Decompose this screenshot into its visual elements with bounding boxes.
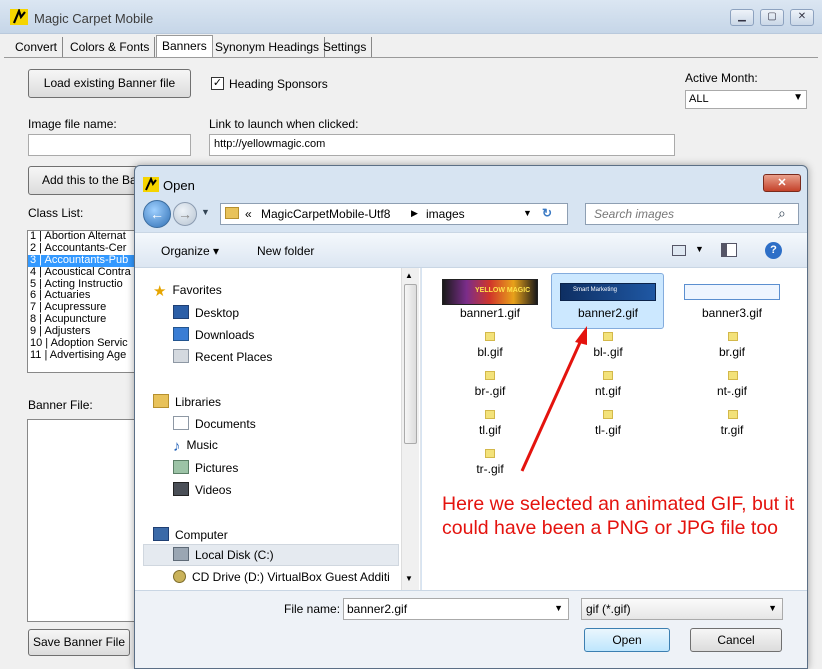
tab-colors-fonts[interactable]: Colors & Fonts xyxy=(65,37,156,57)
link-input[interactable]: http://yellowmagic.com xyxy=(209,134,675,156)
minimize-button[interactable]: ▁ xyxy=(730,9,754,26)
file-type-select[interactable]: gif (*.gif) ▼ xyxy=(581,598,783,620)
tab-synonym-headings[interactable]: Synonym Headings xyxy=(210,37,326,57)
cancel-button[interactable]: Cancel xyxy=(690,628,782,652)
banner-file-label: Banner File: xyxy=(28,398,93,412)
class-list[interactable]: 1 | Abortion Alternat 2 | Accountants-Ce… xyxy=(27,230,135,373)
tab-banners[interactable]: Banners xyxy=(156,35,213,57)
list-item[interactable]: 4 | Acoustical Contra xyxy=(28,266,134,279)
active-month-value: ALL xyxy=(689,93,709,105)
add-banner-button[interactable]: Add this to the Ba xyxy=(28,166,138,195)
active-month-select[interactable]: ALL ▼ xyxy=(685,90,807,109)
close-button[interactable]: ✕ xyxy=(790,9,814,26)
open-dialog: Open ✕ ← → ▼ « MagicCarpetMobile-Utf8 ▶ … xyxy=(134,165,808,669)
maximize-button[interactable]: ▢ xyxy=(760,9,784,26)
window-title: Magic Carpet Mobile xyxy=(34,11,154,26)
save-banner-button[interactable]: Save Banner File xyxy=(28,629,130,656)
tab-convert[interactable]: Convert xyxy=(10,37,64,57)
heading-sponsors-checkbox[interactable]: ✓ xyxy=(211,77,224,90)
chevron-down-icon: ▼ xyxy=(793,92,803,103)
file-name-value: banner2.gif xyxy=(347,602,408,616)
file-name-input[interactable]: banner2.gif ▼ xyxy=(343,598,569,620)
app-icon xyxy=(10,7,28,25)
banner-file-textarea[interactable] xyxy=(27,419,137,622)
file-name-dropdown-icon[interactable]: ▼ xyxy=(554,603,563,613)
file-name-label: File name: xyxy=(284,602,341,616)
heading-sponsors-label: Heading Sponsors xyxy=(229,77,328,91)
link-label: Link to launch when clicked: xyxy=(209,117,359,131)
dialog-bottom-bar: File name: banner2.gif ▼ gif (*.gif) ▼ O… xyxy=(135,590,807,668)
list-item[interactable]: 2 | Accountants-Cer xyxy=(28,242,134,255)
active-month-label: Active Month: xyxy=(685,71,758,85)
tab-settings[interactable]: Settings xyxy=(318,37,373,57)
class-list-label: Class List: xyxy=(28,206,84,220)
image-file-input[interactable] xyxy=(28,134,191,156)
list-item[interactable]: 11 | Advertising Age xyxy=(28,349,134,362)
open-button[interactable]: Open xyxy=(584,628,670,652)
chevron-down-icon: ▼ xyxy=(768,603,777,613)
list-item[interactable]: 3 | Accountants-Pub xyxy=(28,254,134,267)
file-type-value: gif (*.gif) xyxy=(586,602,631,616)
image-file-label: Image file name: xyxy=(28,117,117,131)
load-banner-button[interactable]: Load existing Banner file xyxy=(28,69,191,98)
annotation-text: Here we selected an animated GIF, but it… xyxy=(442,493,795,539)
